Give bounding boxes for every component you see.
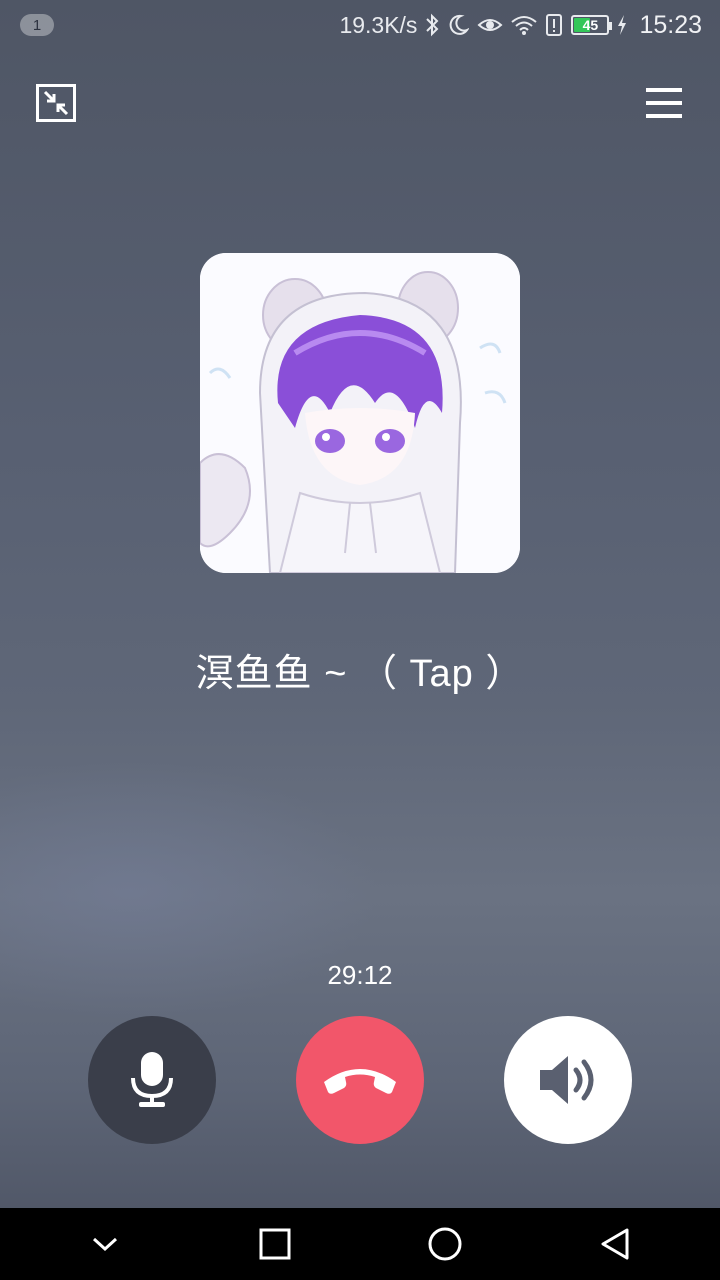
microphone-icon: [131, 1052, 173, 1107]
clock: 15:23: [639, 10, 702, 39]
hang-up-button[interactable]: [296, 1016, 424, 1144]
speaker-icon: [540, 1056, 594, 1104]
eye-icon: [477, 15, 503, 35]
back-triangle-icon: [601, 1228, 629, 1260]
network-speed: 19.3K/s: [339, 11, 418, 38]
battery-level: 45: [582, 17, 599, 33]
nav-hide-button[interactable]: [65, 1208, 145, 1280]
phone-hangup-icon: [324, 1069, 396, 1094]
square-icon: [259, 1228, 291, 1260]
minimize-icon: [36, 84, 76, 122]
minimize-call-button[interactable]: [36, 84, 76, 122]
alert-icon: [545, 13, 563, 37]
wifi-icon: [511, 14, 538, 36]
nav-home-button[interactable]: [405, 1208, 485, 1280]
speaker-button[interactable]: [504, 1016, 632, 1144]
call-duration: 29:12: [327, 960, 393, 990]
moon-icon: [447, 14, 470, 36]
charging-icon: [617, 14, 627, 36]
caller-avatar: [200, 253, 520, 573]
system-navigation-bar: [0, 1208, 720, 1280]
bluetooth-icon: [425, 13, 439, 37]
notification-badge: 1: [20, 14, 54, 36]
hamburger-menu-icon: [646, 88, 682, 118]
status-bar: 1 19.3K/s 45 15:23: [0, 0, 720, 50]
chevron-down-icon: [92, 1237, 118, 1252]
nav-recents-button[interactable]: [235, 1208, 315, 1280]
mute-button[interactable]: [88, 1016, 216, 1144]
circle-icon: [428, 1227, 462, 1261]
battery-icon: 45: [571, 15, 613, 35]
menu-button[interactable]: [646, 86, 682, 120]
nav-back-button[interactable]: [575, 1208, 655, 1280]
caller-name: 溟鱼鱼 ~ （ Tap ）: [195, 653, 525, 695]
